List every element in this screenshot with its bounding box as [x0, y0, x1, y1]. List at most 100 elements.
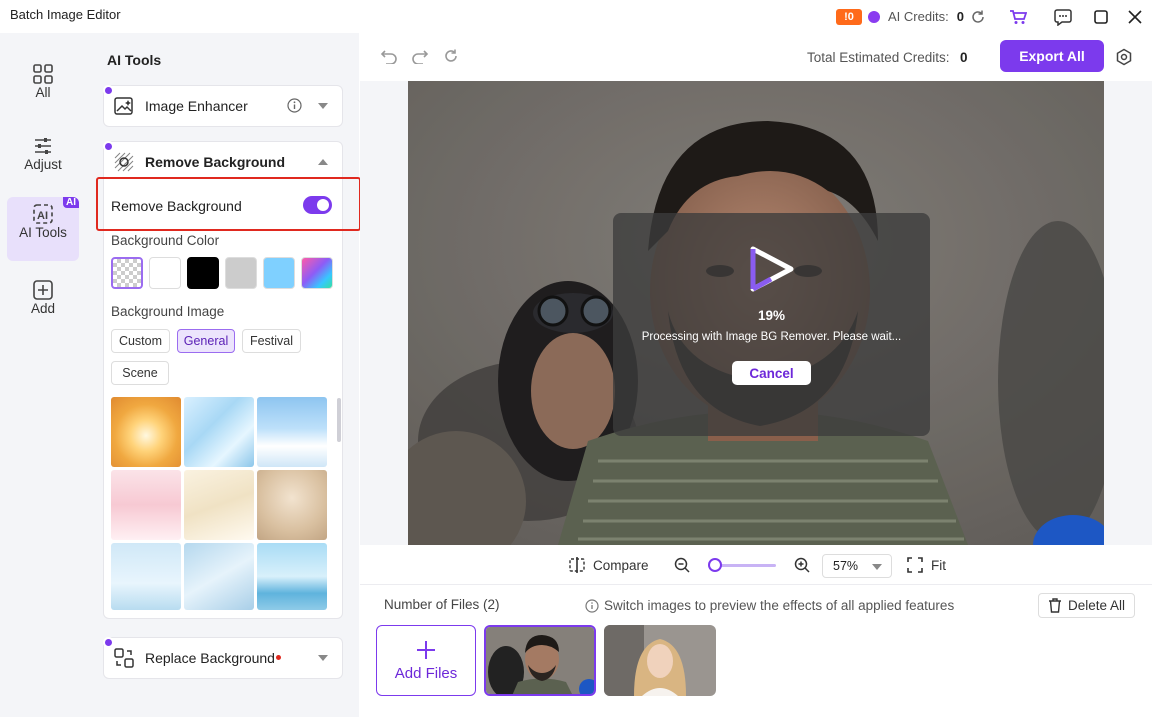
processing-overlay: 19% Processing with Image BG Remover. Pl…	[613, 213, 930, 436]
chevron-down-icon[interactable]	[318, 655, 328, 661]
remove-background-toggle[interactable]	[303, 196, 332, 214]
sliders-icon	[32, 135, 54, 157]
rail-item-adjust[interactable]: Adjust	[7, 129, 79, 193]
zoom-in-icon[interactable]	[794, 557, 810, 573]
bg-template-thumb[interactable]	[257, 543, 327, 610]
rail-label: AI Tools	[19, 225, 67, 240]
tool-label: Remove Background	[145, 154, 286, 170]
total-credits-value: 0	[960, 50, 968, 65]
compare-label[interactable]: Compare	[593, 558, 649, 573]
new-indicator-dot	[276, 655, 281, 660]
delete-all-button[interactable]: Delete All	[1038, 593, 1135, 618]
tool-label: Image Enhancer	[145, 98, 248, 114]
panel-scrollbar[interactable]	[337, 398, 341, 442]
chevron-up-icon[interactable]	[318, 159, 328, 165]
add-files-button[interactable]: Add Files	[376, 625, 476, 696]
pro-icon	[103, 141, 114, 152]
image-enhancer-icon	[113, 95, 135, 117]
maximize-icon[interactable]	[1090, 6, 1112, 28]
credits-area[interactable]: !0 AI Credits: 0	[836, 0, 964, 33]
bg-template-thumb[interactable]	[257, 470, 327, 540]
files-hint: Switch images to preview the effects of …	[585, 598, 954, 613]
category-festival[interactable]: Festival	[242, 329, 301, 353]
replace-background-icon	[113, 647, 135, 669]
zoom-slider-handle[interactable]	[708, 558, 722, 572]
refresh-icon[interactable]	[967, 6, 989, 28]
chevron-down-icon[interactable]	[318, 103, 328, 109]
background-image-label: Background Image	[111, 304, 225, 319]
swatch-black[interactable]	[187, 257, 219, 289]
tool-card-replace-background[interactable]: Replace Background	[103, 637, 343, 679]
redo-icon[interactable]	[411, 48, 429, 64]
ai-badge: AI	[63, 197, 79, 208]
file-thumbnail[interactable]	[604, 625, 716, 696]
gem-icon	[868, 10, 880, 23]
add-files-label: Add Files	[394, 665, 458, 682]
zoom-bar: Compare 57% Fit	[360, 545, 1152, 585]
title-bar: Batch Image Editor !0 AI Credits: 0	[0, 0, 1152, 33]
bg-template-thumb[interactable]	[184, 543, 254, 610]
tool-header[interactable]: Image Enhancer	[103, 85, 342, 126]
ai-icon: AI	[32, 203, 54, 225]
rail-item-all[interactable]: All	[7, 57, 79, 121]
rail-label: Add	[30, 301, 56, 316]
bg-template-thumb[interactable]	[184, 470, 254, 540]
bg-template-thumb[interactable]	[184, 397, 254, 467]
tool-label: Replace Background	[145, 650, 275, 666]
remove-background-toggle-label: Remove Background	[111, 198, 242, 214]
tool-header[interactable]: Replace Background	[103, 637, 342, 678]
progress-percent: 19%	[757, 308, 786, 323]
category-general[interactable]: General	[177, 329, 235, 353]
credits-value: 0	[956, 9, 964, 24]
zoom-value: 57%	[833, 559, 859, 573]
bg-template-thumb[interactable]	[111, 543, 181, 610]
total-credits-label: Total Estimated Credits:	[807, 50, 950, 65]
delete-all-label: Delete All	[1067, 598, 1126, 613]
bg-template-thumb[interactable]	[111, 470, 181, 540]
tool-header[interactable]: Remove Background	[103, 141, 342, 182]
swatch-white[interactable]	[149, 257, 181, 289]
settings-icon[interactable]	[1115, 48, 1133, 66]
reset-icon[interactable]	[443, 48, 459, 64]
fit-icon[interactable]	[907, 557, 923, 573]
swatch-custom-gradient[interactable]	[301, 257, 333, 289]
pro-icon	[103, 85, 114, 96]
cancel-button[interactable]: Cancel	[732, 361, 811, 385]
pro-icon	[103, 637, 114, 648]
rail-item-add[interactable]: Add	[7, 273, 79, 337]
tool-card-image-enhancer[interactable]: Image Enhancer	[103, 85, 343, 127]
chat-icon[interactable]	[1052, 6, 1074, 28]
info-icon	[585, 598, 599, 613]
plus-icon	[415, 639, 437, 661]
close-icon[interactable]	[1124, 6, 1146, 28]
credit-badge: !0	[836, 8, 862, 25]
export-all-button[interactable]: Export All	[1000, 40, 1104, 72]
bg-template-thumb[interactable]	[111, 397, 181, 467]
swatch-blue[interactable]	[263, 257, 295, 289]
zoom-out-icon[interactable]	[674, 557, 690, 573]
cart-icon[interactable]	[1007, 6, 1029, 28]
bg-template-thumb[interactable]	[257, 397, 327, 467]
panel-title: AI Tools	[107, 52, 162, 68]
remove-background-icon	[113, 151, 135, 173]
trash-icon	[1048, 598, 1062, 613]
info-icon[interactable]	[287, 98, 302, 113]
files-hint-text: Switch images to preview the effects of …	[604, 598, 955, 613]
app-logo-icon	[747, 243, 797, 295]
zoom-slider-track[interactable]	[716, 564, 776, 567]
undo-icon[interactable]	[380, 48, 398, 64]
grid-icon	[32, 63, 54, 85]
file-thumbnail-selected[interactable]	[484, 625, 596, 696]
category-custom[interactable]: Custom	[111, 329, 170, 353]
swatch-transparent[interactable]	[111, 257, 143, 289]
compare-icon[interactable]	[568, 557, 586, 573]
swatch-gray[interactable]	[225, 257, 257, 289]
files-count: Number of Files (2)	[384, 597, 500, 612]
credits-label: AI Credits:	[888, 9, 949, 24]
rail-item-ai-tools[interactable]: AI AI AI Tools	[7, 197, 79, 261]
rail-label: All	[35, 85, 51, 100]
fit-label[interactable]: Fit	[931, 558, 946, 573]
zoom-select[interactable]: 57%	[822, 554, 892, 578]
rail-label: Adjust	[24, 157, 62, 172]
category-scene[interactable]: Scene	[111, 361, 169, 385]
